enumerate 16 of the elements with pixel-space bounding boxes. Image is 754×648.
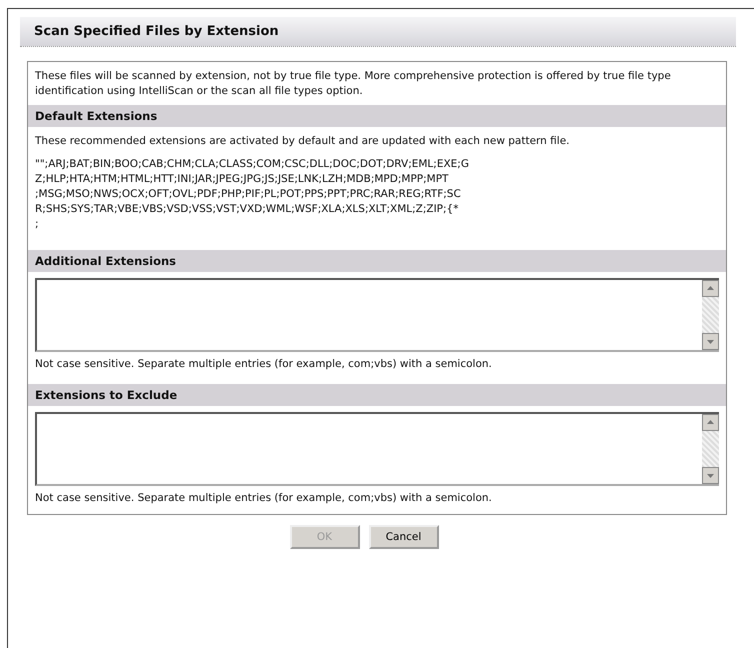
- section-heading: Extensions to Exclude: [28, 384, 726, 406]
- scroll-up-icon[interactable]: [702, 280, 719, 297]
- scroll-down-icon[interactable]: [702, 467, 719, 484]
- scroll-up-icon[interactable]: [702, 414, 719, 431]
- intro-text: These files will be scanned by extension, not by true file type. More comprehensive protection is offered by true file type identification using IntelliScan or the scan all file types option.: [34, 69, 672, 99]
- scroll-down-icon[interactable]: [702, 333, 719, 350]
- field-note: Not case sensitive. Separate multiple entries (for example, com;vbs) with a semicolon.: [34, 357, 493, 372]
- field-note: Not case sensitive. Separate multiple entries (for example, com;vbs) with a semicolon.: [34, 491, 493, 506]
- extensions-field[interactable]: [35, 278, 719, 352]
- section-heading: Additional Extensions: [28, 250, 726, 272]
- section-description: These recommended extensions are activated by default and are updated with each new pattern file.: [34, 134, 570, 149]
- extension-list: "";ARJ;BAT;BIN;BOO;CAB;CHM;CLA;CLASS;COM;CSC;DLL;DOC;DOT;DRV;EML;EXE;G Z;HLP;HTA;HTM;HTML;HTT;INI;JAR;JPEG;JPG;JS;JSE;LNK;LZH;MDB;MPD;MPP;MPT ;MSG;MSO;NWS;OCX;OFT;OVL;PDF;PHP;PIF;PL;POT;PPS;PPT;PRC;RAR;REG;RTF;SC R;SHS;SYS;TAR;VBE;VBS;VSD;VSS;VST;VXD;WML;WSF;XLA;XLS;XLT;XML;Z;ZIP;{* ;: [28, 151, 726, 246]
- cancel-button[interactable]: Cancel: [368, 525, 438, 549]
- dialog-title: Scan Specified Files by Extension: [20, 17, 736, 47]
- section-heading: Default Extensions: [28, 105, 726, 127]
- extensions-field[interactable]: [35, 412, 719, 486]
